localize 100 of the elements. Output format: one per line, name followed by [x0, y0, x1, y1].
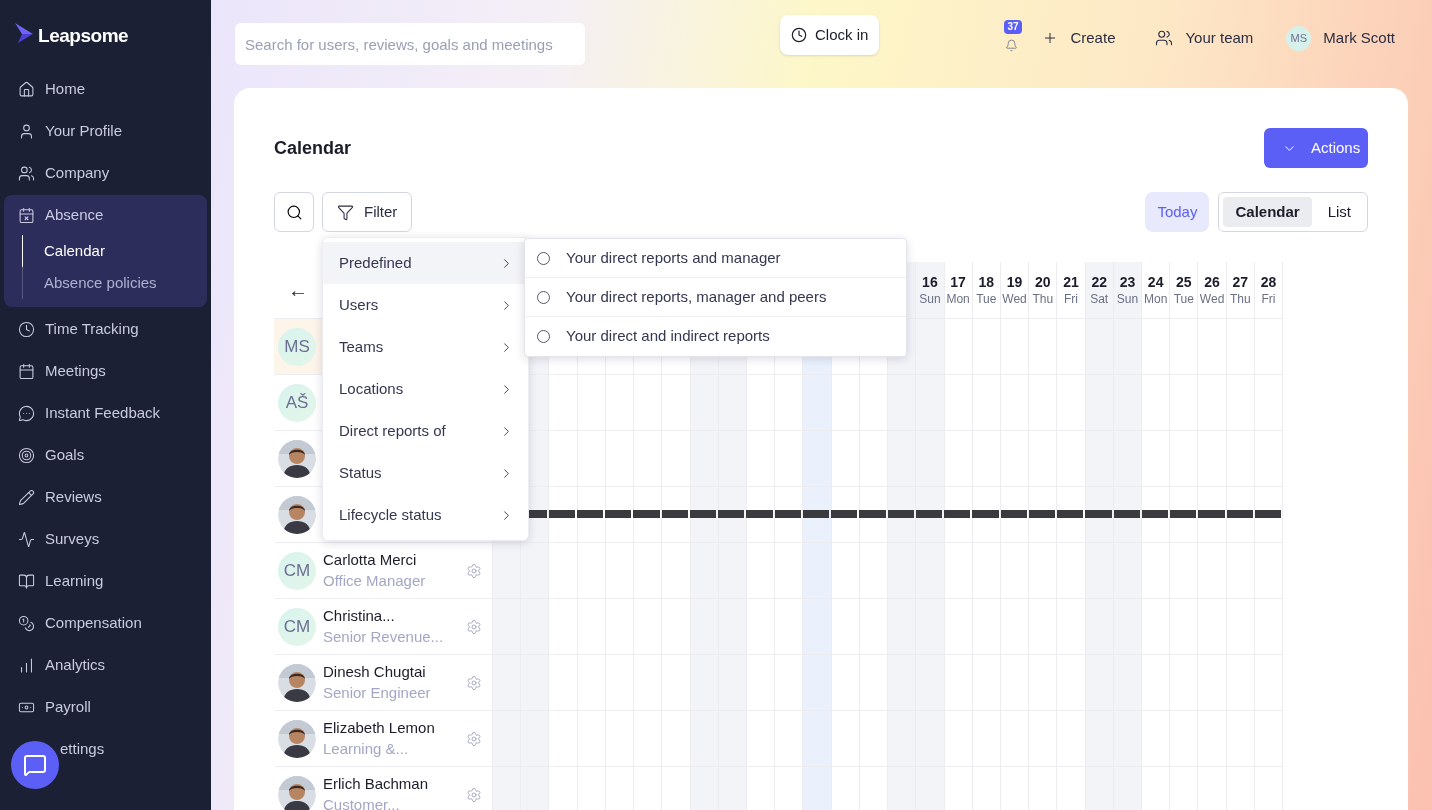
chat-bubble-icon [18, 404, 35, 422]
search-icon [285, 203, 303, 221]
view-tab[interactable]: Calendar [1223, 197, 1312, 227]
nav-item[interactable]: Home [0, 68, 211, 110]
person-role: Office Manager [323, 570, 427, 591]
target-icon [18, 446, 35, 464]
notification-count: 37 [1004, 20, 1022, 34]
nav-item[interactable]: Meetings [0, 350, 211, 392]
person-name: Carlotta Merci [323, 549, 418, 570]
weekday-label: Sat [1090, 291, 1109, 307]
person-name: Erlich Bachman [323, 773, 430, 794]
your-team-button[interactable]: Your team [1155, 26, 1254, 50]
day-number: 28 [1260, 273, 1277, 291]
coins-icon [18, 614, 35, 632]
page-title: Calendar [274, 136, 352, 160]
nav-item[interactable]: Payroll [0, 686, 211, 728]
person-role: Senior Engineer [323, 682, 432, 703]
day-number: 18 [978, 273, 995, 291]
user-icon [18, 122, 35, 140]
view-tab[interactable]: List [1315, 197, 1363, 227]
nav-item[interactable]: Surveys [0, 518, 211, 560]
nav-item[interactable]: Compensation [0, 602, 211, 644]
users-icon [1155, 29, 1174, 47]
calendar-x-icon [18, 206, 35, 224]
day-number: 24 [1147, 273, 1164, 291]
pulse-icon [18, 530, 35, 548]
pencil-icon [18, 488, 35, 506]
nav-item[interactable]: Learning [0, 560, 211, 602]
nav-item[interactable]: Your Profile [0, 110, 211, 152]
clock-icon [18, 320, 35, 338]
logo-icon [14, 22, 34, 44]
nav-item[interactable]: Absence [4, 195, 207, 235]
weekday-label: Thu [1032, 291, 1054, 307]
calendar-icon [18, 362, 35, 380]
weekday-label: Mon [946, 291, 970, 307]
avatar: CM [278, 551, 316, 590]
avatar: MS [278, 327, 316, 366]
bell-icon [1004, 39, 1018, 52]
nav-subitem[interactable]: Calendar [23, 235, 207, 267]
day-number: 26 [1204, 273, 1220, 291]
avatar: AŠ [278, 383, 316, 422]
search-field[interactable]: Search for users, reviews, goals and meetings [235, 23, 585, 65]
day-number: 27 [1232, 273, 1249, 291]
person-role: Learning &... [323, 738, 410, 759]
nav-item[interactable]: Reviews [0, 476, 211, 518]
day-number: 23 [1119, 273, 1136, 291]
person-role: Customer... [323, 794, 401, 810]
chat-icon [23, 753, 47, 777]
nav-item[interactable]: Company [0, 152, 211, 194]
radio-option[interactable]: Your direct and indirect reports [525, 317, 906, 356]
nav-item[interactable]: Instant Feedback [0, 392, 211, 434]
nav-item[interactable]: Analytics [0, 644, 211, 686]
day-number: 25 [1176, 273, 1192, 291]
menu-item[interactable]: Lifecycle status [323, 494, 528, 536]
today-button[interactable]: Today [1145, 192, 1210, 232]
book-icon [18, 572, 35, 590]
menu-item[interactable]: Locations [323, 368, 528, 410]
menu-item[interactable]: Status [323, 452, 528, 494]
weekday-label: Wed [1199, 291, 1225, 307]
day-number: 22 [1091, 273, 1107, 291]
day-number: 16 [922, 273, 938, 291]
chat-launcher-button[interactable] [11, 741, 59, 789]
menu-item[interactable]: Direct reports of [323, 410, 528, 452]
nav-item[interactable]: ettings [0, 728, 211, 770]
create-button[interactable]: Create [1042, 26, 1116, 50]
weekday-label: Thu [1229, 291, 1251, 307]
user-avatar: MS [1286, 25, 1312, 51]
nav-item[interactable]: Goals [0, 434, 211, 476]
weekday-label: Sun [919, 291, 941, 307]
day-number: 21 [1063, 273, 1079, 291]
day-number: 19 [1006, 273, 1023, 291]
person-name: Elizabeth Lemon [323, 717, 436, 738]
nav-item[interactable]: Time Tracking [0, 308, 211, 350]
actions-button[interactable]: Actions [1264, 128, 1368, 168]
radio-option[interactable]: Your direct reports and manager [525, 239, 906, 278]
radio-option[interactable]: Your direct reports, manager and peers [525, 278, 906, 317]
day-number: 20 [1034, 273, 1051, 291]
person-name: Christina... [323, 605, 396, 626]
weekday-label: Tue [1173, 291, 1194, 307]
weekday-label: Mon [1143, 291, 1168, 307]
search-button[interactable] [274, 192, 314, 232]
nav-subitem[interactable]: Absence policies [23, 267, 207, 299]
avatar: CM [278, 607, 316, 646]
menu-item[interactable]: Teams [323, 326, 528, 368]
weekday-label: Tue [976, 291, 997, 307]
menu-item[interactable]: Users [323, 284, 528, 326]
clock-in-button[interactable]: Clock in [780, 15, 880, 55]
weekday-label: Wed [1002, 291, 1027, 307]
bar-chart-icon [18, 656, 35, 674]
weekday-label: Fri [1064, 291, 1078, 307]
notifications-button[interactable]: 37 [997, 20, 1026, 56]
filter-icon [337, 203, 354, 221]
weekday-label: Sun [1116, 291, 1139, 307]
day-number: 17 [950, 273, 966, 291]
user-menu-button[interactable]: MS Mark Scott [1286, 25, 1395, 51]
person-name: Dinesh Chugtai [323, 661, 427, 682]
filter-button[interactable]: Filter [322, 192, 413, 232]
previous-button[interactable]: ← [288, 275, 308, 305]
users-icon [18, 164, 35, 182]
logo-text: Leapsome [38, 24, 129, 48]
